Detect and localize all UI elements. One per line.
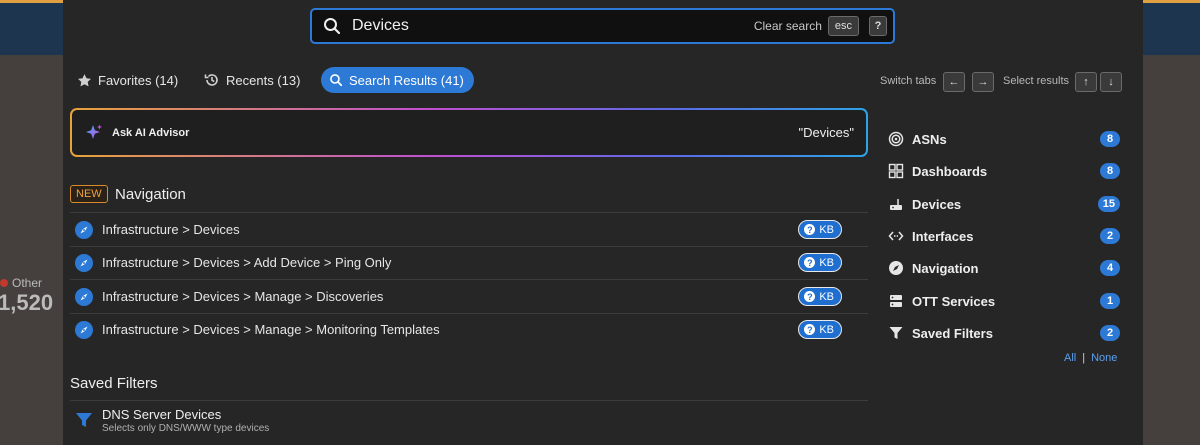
- tab-recents-label: Recents (13): [226, 72, 301, 88]
- history-icon: [204, 74, 218, 86]
- category-label: Navigation: [912, 260, 979, 276]
- select-all-link[interactable]: All: [1064, 352, 1076, 364]
- star-icon: [78, 73, 91, 86]
- arrow-up-key[interactable]: ↑: [1075, 72, 1097, 92]
- help-icon: ?: [804, 324, 816, 335]
- esc-key[interactable]: esc: [827, 16, 859, 36]
- server-icon: [890, 295, 902, 307]
- legend-label: Other: [12, 276, 43, 290]
- category-interfaces[interactable]: Interfaces 2: [888, 222, 1120, 250]
- kb-label: KB: [819, 223, 834, 236]
- category-label: Dashboards: [912, 163, 988, 179]
- category-count-badge: 2: [1100, 228, 1120, 244]
- category-count-badge: 2: [1100, 325, 1120, 341]
- category-count-badge: 8: [1100, 163, 1120, 179]
- background-big-number: 1,520: [0, 290, 54, 315]
- category-saved-filters[interactable]: Saved Filters 2: [888, 319, 1120, 347]
- category-count-badge: 15: [1097, 196, 1120, 212]
- navigation-result-row[interactable]: Infrastructure > Devices ? KB: [70, 213, 868, 246]
- saved-filter-result-row[interactable]: DNS Server Devices Selects only DNS/WWW …: [70, 403, 868, 437]
- arrow-right-key[interactable]: →: [972, 72, 994, 92]
- help-icon: ?: [804, 291, 816, 302]
- grid-icon: [888, 163, 904, 179]
- saved-filter-description: Selects only DNS/WWW type devices: [102, 422, 270, 434]
- compass-icon: [75, 320, 93, 339]
- kb-label: KB: [819, 323, 834, 336]
- category-ott-services[interactable]: OTT Services 1: [888, 287, 1120, 315]
- background-legend: Other: [0, 276, 42, 290]
- funnel-icon: [76, 413, 92, 427]
- arrows-icon: [888, 231, 904, 241]
- category-label: ASNs: [912, 131, 947, 147]
- switch-tabs-hint: Switch tabs: [880, 75, 937, 87]
- saved-filters-heading: Saved Filters: [70, 375, 158, 392]
- navigation-heading: Navigation: [115, 186, 186, 203]
- ai-advisor-inner: Ask AI Advisor "Devices": [72, 110, 866, 155]
- category-asns[interactable]: ASNs 8: [888, 125, 1120, 153]
- search-box[interactable]: Clear search esc ?: [310, 8, 895, 44]
- tab-search-results[interactable]: Search Results (41): [321, 67, 474, 93]
- select-all-none: All | None: [1064, 352, 1117, 364]
- tab-search-results-label: Search Results (41): [349, 72, 464, 88]
- help-icon: ?: [804, 224, 816, 235]
- kb-label: KB: [819, 256, 834, 269]
- navigation-result-row[interactable]: Infrastructure > Devices > Manage > Disc…: [70, 280, 868, 313]
- search-icon: [324, 18, 341, 35]
- category-label: Interfaces: [912, 228, 974, 244]
- ai-advisor-label: Ask AI Advisor: [112, 126, 190, 139]
- background-panel-left: [0, 55, 63, 445]
- separator: |: [1082, 352, 1086, 364]
- router-icon: [890, 199, 902, 210]
- legend-dot: [0, 279, 8, 287]
- kb-link-badge[interactable]: ? KB: [798, 287, 842, 306]
- category-label: Devices: [912, 196, 962, 212]
- compass-icon: [75, 220, 93, 239]
- category-devices[interactable]: Devices 15: [888, 190, 1120, 218]
- category-navigation[interactable]: Navigation 4: [888, 254, 1120, 282]
- category-count-badge: 1: [1100, 293, 1120, 309]
- select-none-link[interactable]: None: [1091, 352, 1117, 364]
- kb-link-badge[interactable]: ? KB: [798, 220, 842, 239]
- select-results-hint: Select results: [1003, 75, 1070, 87]
- tab-favorites-label: Favorites (14): [98, 72, 179, 88]
- compass-icon: [889, 261, 903, 275]
- background-panel-right: [1143, 55, 1200, 445]
- ask-ai-advisor-button[interactable]: Ask AI Advisor "Devices": [70, 108, 868, 157]
- target-icon: [888, 131, 904, 147]
- category-count-badge: 8: [1100, 131, 1120, 147]
- navigation-result-label: Infrastructure > Devices: [102, 222, 240, 237]
- compass-icon: [75, 253, 93, 272]
- category-label: OTT Services: [912, 293, 996, 309]
- category-label: Saved Filters: [912, 325, 993, 341]
- help-icon: ?: [804, 257, 816, 268]
- navigation-result-label: Infrastructure > Devices > Add Device > …: [102, 255, 392, 270]
- new-badge: NEW: [70, 185, 108, 203]
- kb-link-badge[interactable]: ? KB: [798, 320, 842, 339]
- compass-icon: [75, 287, 93, 306]
- help-button[interactable]: ?: [869, 16, 887, 36]
- ai-advisor-query: "Devices": [798, 125, 854, 140]
- navigation-result-label: Infrastructure > Devices > Manage > Disc…: [102, 289, 384, 304]
- search-input[interactable]: [350, 16, 754, 36]
- navigation-result-label: Infrastructure > Devices > Manage > Moni…: [102, 322, 440, 337]
- tab-recents[interactable]: Recents (13): [204, 67, 300, 93]
- divider: [70, 400, 868, 401]
- search-overlay: Clear search esc ? Favorites (14) Recent…: [63, 0, 1143, 445]
- tab-favorites[interactable]: Favorites (14): [77, 67, 178, 93]
- navigation-result-row[interactable]: Infrastructure > Devices > Manage > Moni…: [70, 313, 868, 346]
- clear-search-button[interactable]: Clear search: [754, 19, 822, 33]
- category-count-badge: 4: [1100, 260, 1120, 276]
- arrow-left-key[interactable]: ←: [943, 72, 965, 92]
- arrow-down-key[interactable]: ↓: [1100, 72, 1122, 92]
- saved-filter-name: DNS Server Devices: [102, 406, 222, 422]
- kb-label: KB: [819, 290, 834, 303]
- saved-filter-texts: DNS Server Devices Selects only DNS/WWW …: [102, 407, 269, 434]
- sparkle-icon: [86, 124, 102, 139]
- navigation-result-row[interactable]: Infrastructure > Devices > Add Device > …: [70, 246, 868, 279]
- kb-link-badge[interactable]: ? KB: [798, 253, 842, 272]
- search-icon: [330, 74, 343, 87]
- funnel-icon: [889, 327, 903, 339]
- category-dashboards[interactable]: Dashboards 8: [888, 157, 1120, 185]
